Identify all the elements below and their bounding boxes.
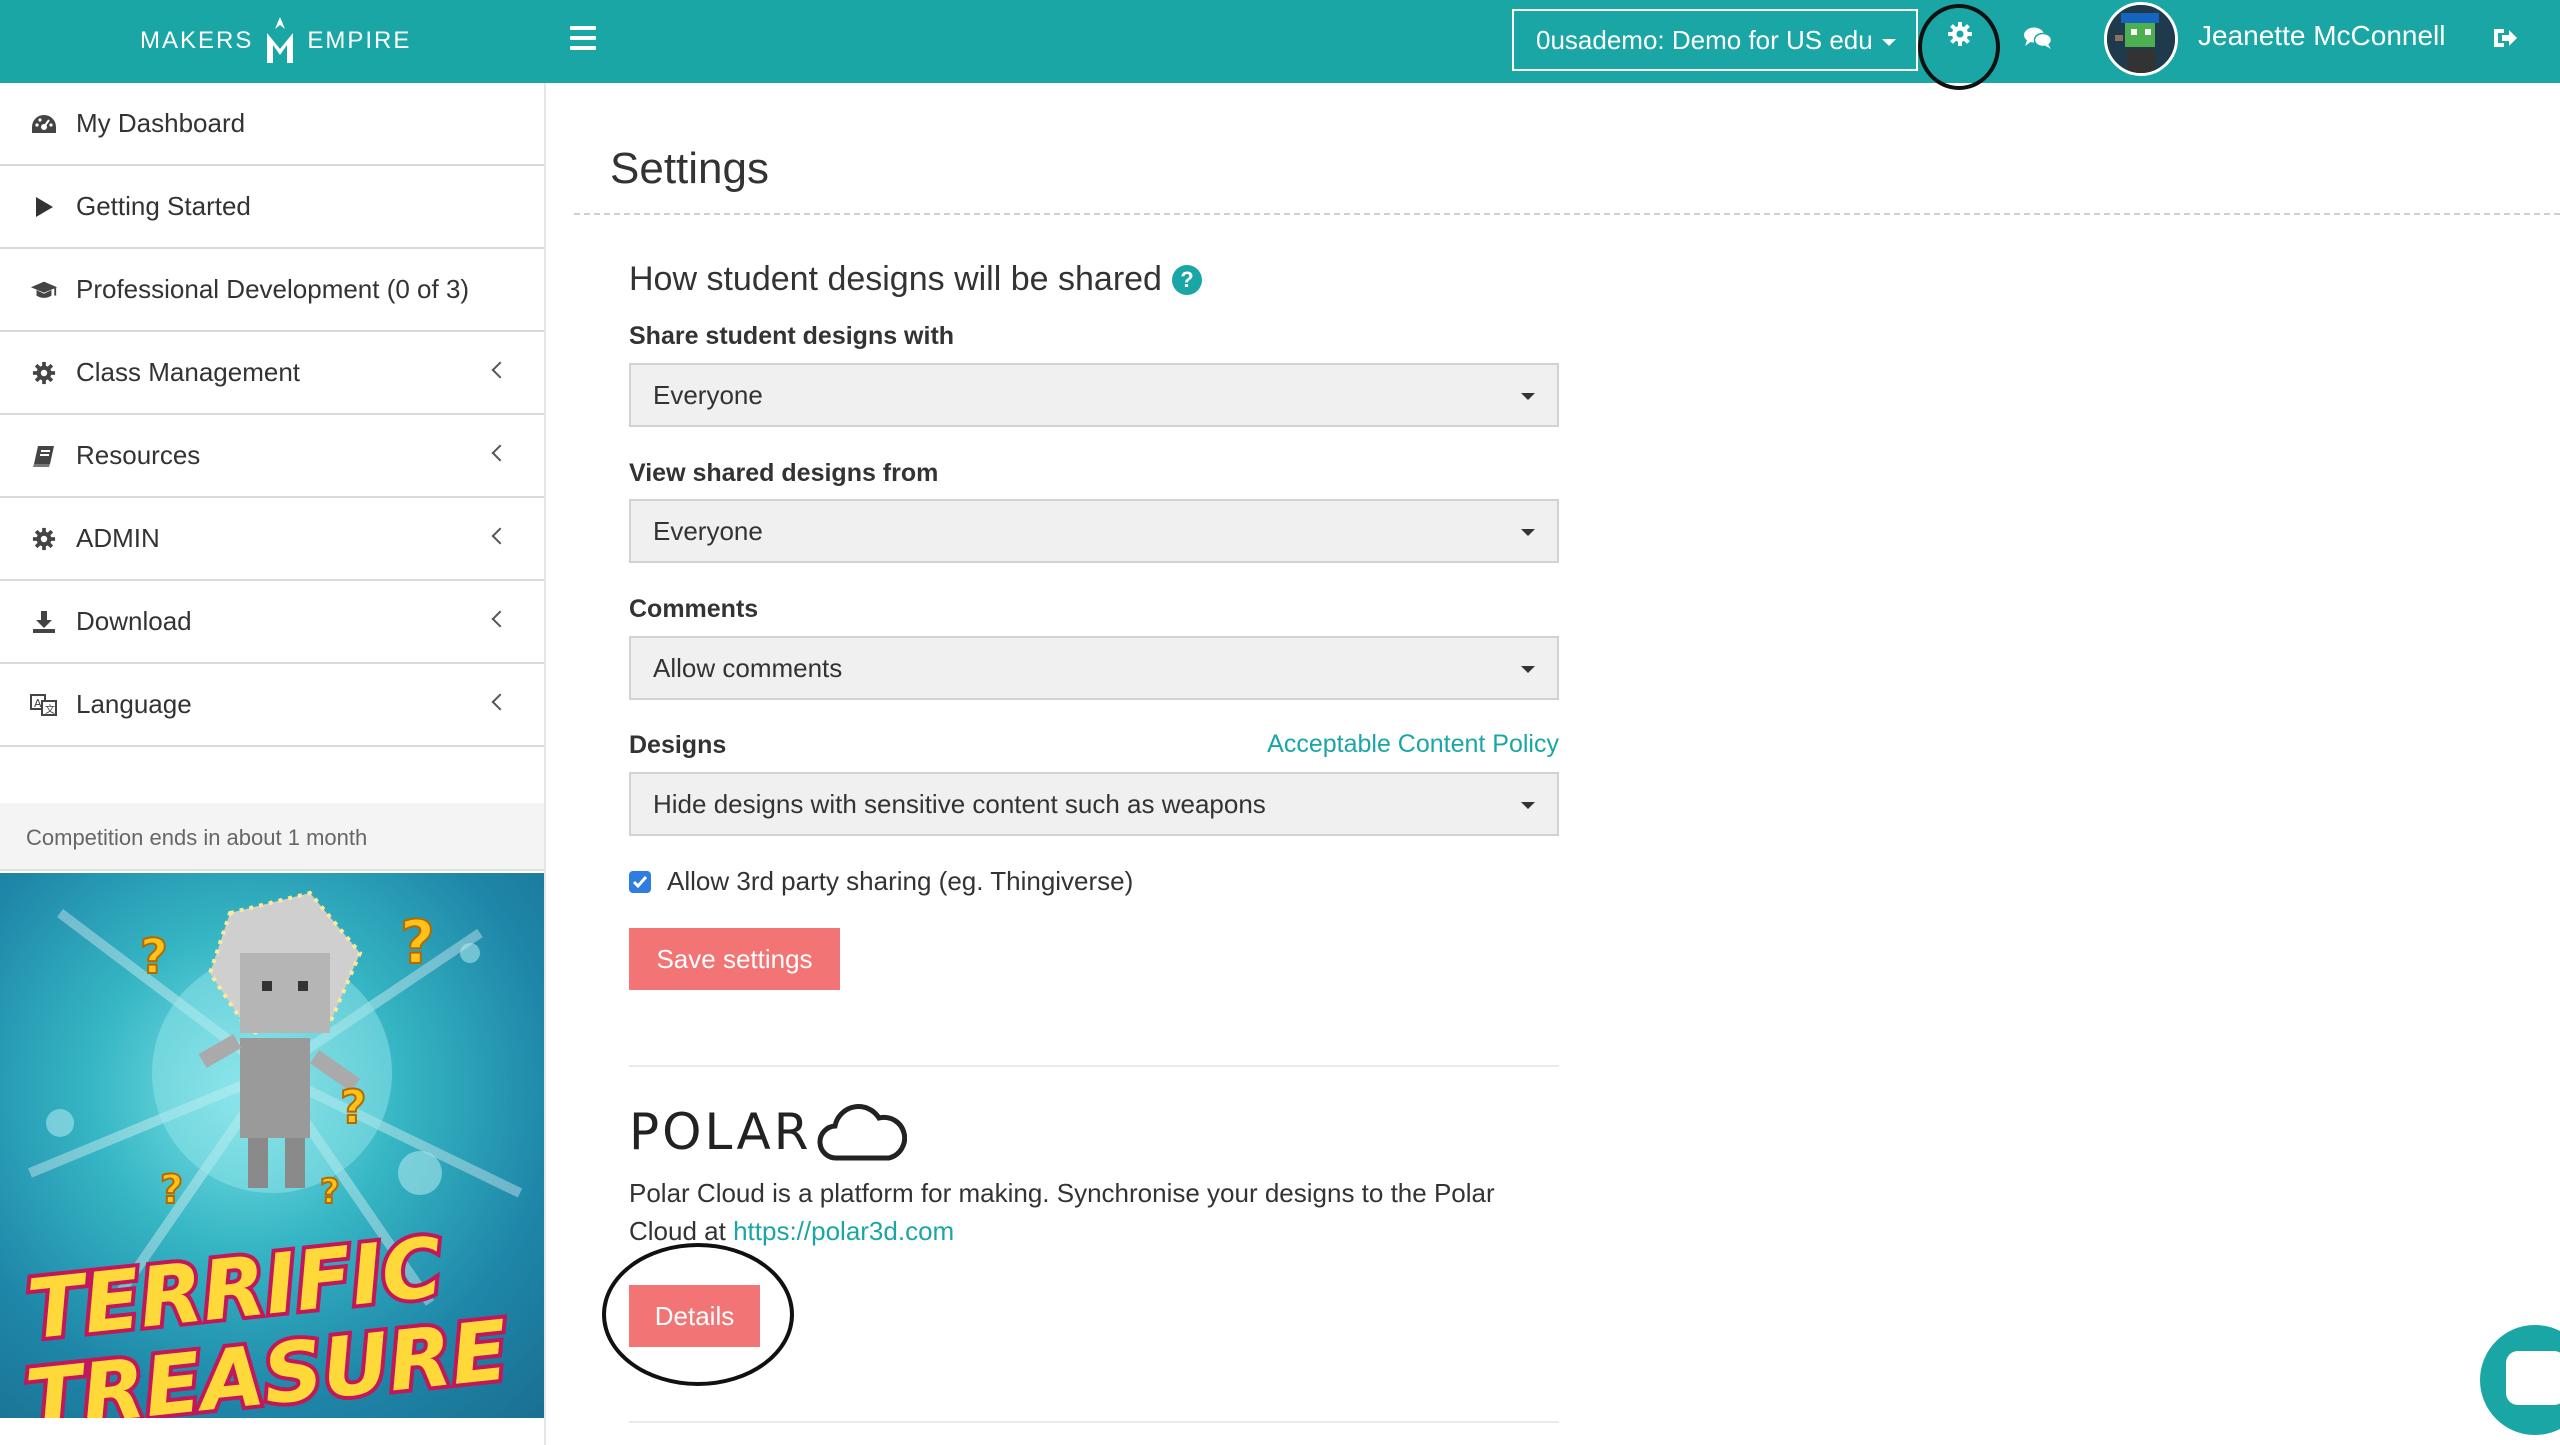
- sidebar-item-label: Language: [76, 689, 192, 719]
- svg-text:?: ?: [400, 908, 435, 978]
- view-designs-label: View shared designs from: [629, 459, 939, 487]
- chevron-left-icon: [491, 693, 509, 711]
- svg-text:文: 文: [45, 703, 55, 716]
- sidebar-item-language[interactable]: A文 Language: [0, 664, 544, 747]
- cloud-icon: [817, 1104, 908, 1161]
- third-party-sharing-row: Allow 3rd party sharing (eg. Thingiverse…: [629, 866, 1133, 897]
- sharing-section-heading: How student designs will be shared ?: [629, 260, 1202, 299]
- title-divider: [574, 213, 2560, 215]
- chat-launcher-icon: [2506, 1351, 2560, 1405]
- page-title: Settings: [610, 144, 769, 193]
- sidebar-item-label: Class Management: [76, 357, 300, 387]
- svg-text:A: A: [34, 697, 42, 710]
- school-select[interactable]: 0usademo: Demo for US edu: [1512, 9, 1918, 71]
- logout-icon[interactable]: [2488, 20, 2522, 56]
- caret-down-icon: [1521, 393, 1535, 400]
- help-icon[interactable]: ?: [1171, 264, 1202, 295]
- comments-label: Comments: [629, 595, 759, 623]
- graduation-cap-icon: [30, 276, 58, 304]
- top-bar: MAKERS EMPIRE 0usademo: Demo for US edu: [0, 0, 2560, 90]
- dashboard-icon: [30, 110, 58, 138]
- messages-icon[interactable]: [2020, 20, 2056, 56]
- share-designs-value: Everyone: [653, 379, 763, 410]
- third-party-sharing-checkbox[interactable]: [629, 870, 651, 893]
- chevron-left-icon: [491, 527, 509, 545]
- third-party-sharing-label: Allow 3rd party sharing (eg. Thingiverse…: [667, 866, 1134, 896]
- designs-label: Designs: [629, 731, 727, 759]
- gear-icon: [30, 525, 58, 553]
- chevron-left-icon: [491, 444, 509, 462]
- sidebar-item-label: My Dashboard: [76, 108, 246, 138]
- svg-text:?: ?: [340, 1080, 367, 1134]
- section-heading-text: How student designs will be shared: [629, 260, 1162, 298]
- user-name[interactable]: Jeanette McConnell: [2198, 20, 2445, 52]
- book-icon: [30, 442, 58, 470]
- sidebar-item-label: Getting Started: [76, 191, 251, 221]
- sidebar-item-professional-development[interactable]: Professional Development (0 of 3): [0, 249, 544, 332]
- svg-text:?: ?: [320, 1172, 340, 1212]
- annotation-circle-gear: [1918, 4, 2000, 90]
- caret-down-icon: [1521, 529, 1535, 536]
- caret-down-icon: [1521, 666, 1535, 673]
- school-select-value: 0usademo: Demo for US edu: [1536, 24, 1873, 55]
- sidebar: My Dashboard Getting Started Professiona…: [0, 83, 546, 1445]
- sidebar-item-label: Resources: [76, 440, 201, 470]
- logo-m-icon: [267, 17, 294, 63]
- competition-promo-banner[interactable]: ? ? ? ? ? TERRIFIC TREASURE: [0, 873, 544, 1418]
- support-chat-launcher[interactable]: [2480, 1325, 2560, 1435]
- language-icon: A文: [30, 691, 58, 719]
- sidebar-item-label: ADMIN: [76, 523, 160, 553]
- comments-value: Allow comments: [653, 652, 843, 683]
- share-designs-select[interactable]: Everyone: [629, 363, 1559, 427]
- makers-empire-logo[interactable]: MAKERS EMPIRE: [140, 6, 411, 76]
- menu-toggle-icon[interactable]: [570, 26, 596, 50]
- polar3d-link[interactable]: https://polar3d.com: [733, 1216, 954, 1246]
- polar-description: Polar Cloud is a platform for making. Sy…: [629, 1174, 1569, 1250]
- designs-filter-value: Hide designs with sensitive content such…: [653, 788, 1266, 819]
- caret-down-icon: [1521, 802, 1535, 809]
- gear-icon: [30, 359, 58, 387]
- section-divider: [629, 1065, 1559, 1067]
- sidebar-item-download[interactable]: Download: [0, 581, 544, 664]
- designs-filter-select[interactable]: Hide designs with sensitive content such…: [629, 772, 1559, 836]
- sidebar-item-admin[interactable]: ADMIN: [0, 498, 544, 581]
- view-designs-value: Everyone: [653, 515, 763, 546]
- play-icon: [30, 193, 58, 221]
- chevron-left-icon: [491, 610, 509, 628]
- chevron-left-icon: [491, 361, 509, 379]
- annotation-circle-details: [602, 1243, 794, 1386]
- competition-note: Competition ends in about 1 month: [0, 803, 544, 871]
- sidebar-item-label: Download: [76, 606, 192, 636]
- polar-logo-text: POLAR: [629, 1103, 812, 1161]
- avatar[interactable]: [2104, 2, 2178, 76]
- sidebar-item-class-management[interactable]: Class Management: [0, 332, 544, 415]
- sidebar-item-label: Professional Development (0 of 3): [76, 274, 470, 304]
- brand-right-text: EMPIRE: [307, 27, 412, 54]
- polar-cloud-logo: POLAR: [629, 1100, 908, 1164]
- caret-down-icon: [1882, 39, 1896, 46]
- comments-select[interactable]: Allow comments: [629, 636, 1559, 700]
- svg-text:?: ?: [140, 929, 168, 985]
- view-designs-select[interactable]: Everyone: [629, 499, 1559, 563]
- svg-text:?: ?: [160, 1167, 183, 1213]
- sidebar-item-resources[interactable]: Resources: [0, 415, 544, 498]
- brand-left-text: MAKERS: [140, 27, 254, 54]
- section-divider: [629, 1421, 1559, 1423]
- acceptable-content-policy-link[interactable]: Acceptable Content Policy: [1242, 730, 1559, 759]
- save-settings-button[interactable]: Save settings: [629, 928, 840, 990]
- sidebar-item-getting-started[interactable]: Getting Started: [0, 166, 544, 249]
- sidebar-item-my-dashboard[interactable]: My Dashboard: [0, 83, 544, 166]
- download-icon: [30, 608, 58, 636]
- share-designs-label: Share student designs with: [629, 322, 955, 350]
